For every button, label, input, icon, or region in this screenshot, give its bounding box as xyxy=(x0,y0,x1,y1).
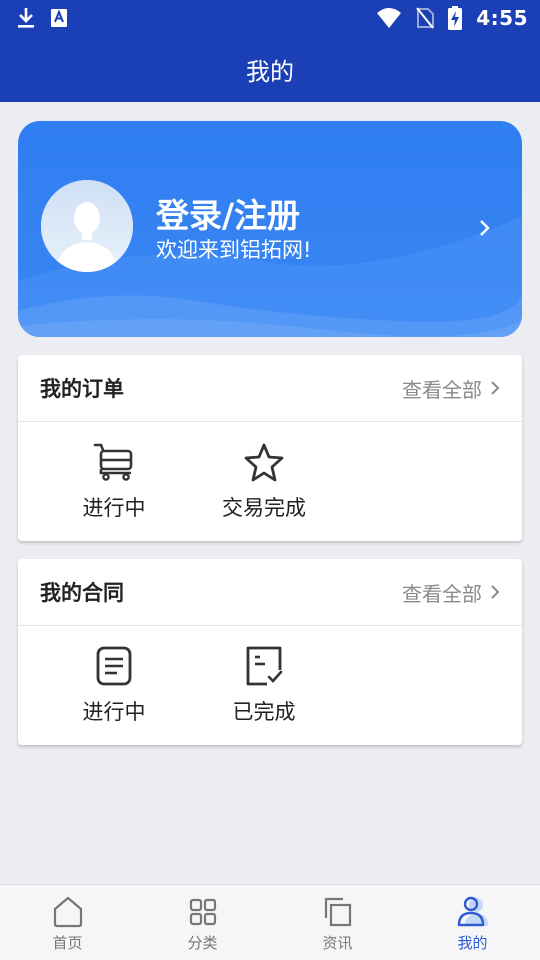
user-silhouette-icon xyxy=(41,180,133,272)
tab-home[interactable]: 首页 xyxy=(0,885,135,960)
tab-news[interactable]: 资讯 xyxy=(270,885,405,960)
no-sim-icon xyxy=(416,7,435,29)
document-check-icon xyxy=(246,646,283,686)
star-icon xyxy=(244,443,284,482)
chevron-right-icon xyxy=(491,585,500,599)
view-all-label: 查看全部 xyxy=(402,377,482,402)
bottom-tab-bar: 首页 分类 资讯 我的 xyxy=(0,884,540,960)
download-icon xyxy=(18,8,34,28)
orders-view-all-link[interactable]: 查看全部 xyxy=(402,374,500,403)
login-title: 登录/注册 xyxy=(156,196,301,235)
my-orders-header: 我的订单 查看全部 xyxy=(18,355,522,422)
chevron-right-icon xyxy=(480,220,490,236)
contracts-completed-button[interactable]: 已完成 xyxy=(189,626,339,744)
item-label: 进行中 xyxy=(82,496,146,520)
view-all-label: 查看全部 xyxy=(402,581,482,606)
tab-category[interactable]: 分类 xyxy=(135,885,270,960)
item-label: 交易完成 xyxy=(222,496,306,520)
cart-icon xyxy=(93,443,133,481)
page-title: 我的 xyxy=(246,57,294,86)
contracts-view-all-link[interactable]: 查看全部 xyxy=(402,578,500,607)
orders-completed-button[interactable]: 交易完成 xyxy=(189,422,339,540)
tab-label: 我的 xyxy=(457,934,488,952)
user-icon xyxy=(457,896,488,927)
battery-charging-icon xyxy=(448,6,463,30)
my-contracts-card: 我的合同 查看全部 进行中 已完成 xyxy=(18,559,522,745)
home-icon xyxy=(53,896,82,928)
grid-icon xyxy=(189,898,216,926)
app-bar: 我的 xyxy=(0,36,540,102)
document-icon xyxy=(96,646,132,686)
tab-label: 首页 xyxy=(52,934,83,952)
tab-mine[interactable]: 我的 xyxy=(405,885,540,960)
login-register-card[interactable]: 登录/注册 欢迎来到铝拓网! xyxy=(18,121,522,337)
copy-icon xyxy=(324,897,351,927)
my-contracts-header: 我的合同 查看全部 xyxy=(18,559,522,626)
my-orders-card: 我的订单 查看全部 进行中 交易完成 xyxy=(18,355,522,541)
my-orders-title: 我的订单 xyxy=(40,377,124,401)
avatar xyxy=(41,180,133,272)
item-label: 进行中 xyxy=(82,700,146,724)
item-label: 已完成 xyxy=(232,700,296,724)
contracts-in-progress-button[interactable]: 进行中 xyxy=(39,626,189,744)
tab-label: 资讯 xyxy=(322,934,353,952)
status-time: 4:55 xyxy=(476,6,528,30)
my-orders-items: 进行中 交易完成 xyxy=(18,422,522,540)
tab-label: 分类 xyxy=(187,934,218,952)
welcome-text: 欢迎来到铝拓网! xyxy=(156,238,312,262)
chevron-right-icon xyxy=(491,381,500,395)
my-contracts-title: 我的合同 xyxy=(40,581,124,605)
status-bar: 4:55 xyxy=(0,0,540,36)
status-left xyxy=(16,6,68,30)
status-right: 4:55 xyxy=(376,6,528,30)
orders-in-progress-button[interactable]: 进行中 xyxy=(39,422,189,540)
wifi-icon xyxy=(377,8,402,28)
my-contracts-items: 进行中 已完成 xyxy=(18,626,522,744)
a-text-icon xyxy=(51,9,67,27)
